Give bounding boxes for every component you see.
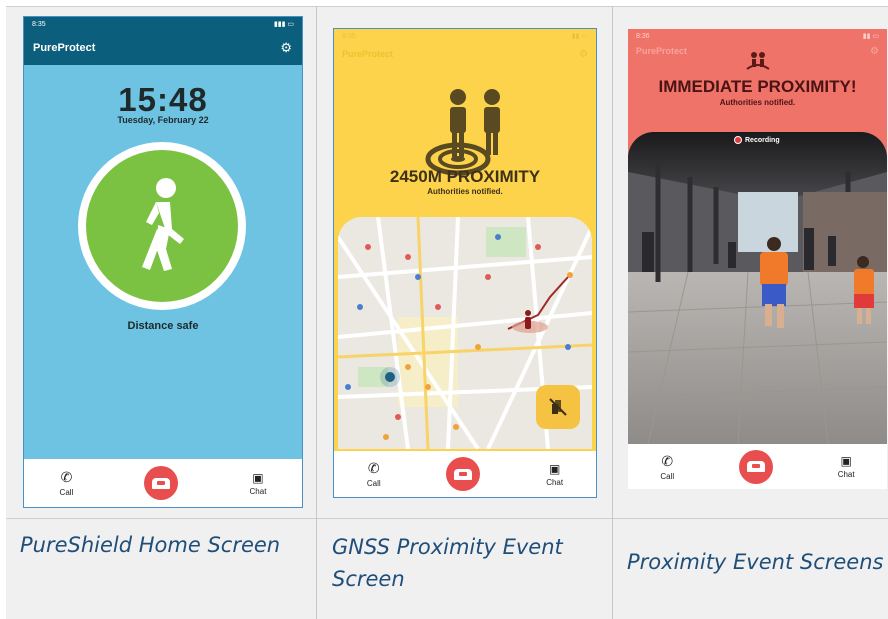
call-button[interactable]: ✆ Call bbox=[60, 469, 74, 497]
bottom-nav: ✆ Call ▣ Chat bbox=[24, 459, 302, 507]
chat-button[interactable]: ▣ Chat bbox=[546, 462, 563, 487]
app-title: PureProtect bbox=[636, 46, 688, 56]
caption-gnss-line1: GNSS Proximity Event bbox=[332, 535, 563, 559]
sos-button[interactable] bbox=[144, 466, 179, 500]
home-header: 8:35 ▮▮▮ ▭ PureProtect ⚙ bbox=[24, 17, 302, 65]
map-view[interactable] bbox=[338, 217, 592, 449]
authorities-notice: Authorities notified. bbox=[427, 187, 503, 196]
immediate-proximity-headline: IMMEDIATE PROXIMITY! bbox=[658, 77, 857, 96]
chat-icon: ▣ bbox=[840, 454, 852, 468]
walking-person-icon bbox=[142, 178, 184, 271]
camera-feed: Recording bbox=[628, 132, 887, 444]
bottom-nav: ✆ Call ▣ Chat bbox=[628, 444, 887, 489]
app-title: PureProtect bbox=[342, 49, 394, 59]
recording-indicator: Recording bbox=[734, 136, 780, 144]
caption-home: PureShield Home Screen bbox=[20, 533, 281, 557]
column-divider-2 bbox=[612, 6, 613, 619]
call-button[interactable]: ✆ Call bbox=[367, 460, 381, 488]
mute-button[interactable] bbox=[536, 385, 580, 429]
gnss-proximity-screen: 8:35 ▮▮ ▭ PureProtect ⚙ 2450M PROXIMITY … bbox=[333, 28, 597, 498]
chat-button[interactable]: ▣ Chat bbox=[250, 471, 267, 496]
status-time: 8:35 bbox=[32, 20, 46, 28]
clock: 15:48 bbox=[118, 81, 208, 118]
sos-button[interactable] bbox=[446, 457, 481, 491]
immediate-proximity-screen: 8:36 ▮▮ ▭ PureProtect ⚙ IMMEDIATE PROXIM… bbox=[628, 29, 887, 489]
table-top-border bbox=[6, 6, 888, 7]
battery-icon: ▮▮▮ ▭ bbox=[273, 21, 294, 28]
settings-icon[interactable]: ⚙ bbox=[579, 49, 588, 60]
caption-gnss: GNSS Proximity Event Screen bbox=[332, 531, 563, 595]
phone-icon: ✆ bbox=[367, 460, 380, 476]
authorities-notice: Authorities notified. bbox=[719, 98, 796, 107]
mute-icon bbox=[549, 398, 567, 416]
phone-icon: ✆ bbox=[661, 452, 674, 469]
phone-icon: ✆ bbox=[60, 469, 73, 485]
safe-status-circle bbox=[78, 142, 246, 310]
chat-icon: ▣ bbox=[548, 461, 561, 476]
proximity-headline: 2450M PROXIMITY bbox=[389, 167, 541, 186]
person-marker-icon bbox=[525, 310, 531, 329]
siren-icon bbox=[454, 468, 473, 480]
settings-icon[interactable]: ⚙ bbox=[870, 46, 879, 57]
battery-icon: ▮▮ ▭ bbox=[571, 33, 588, 40]
table-row-divider bbox=[6, 518, 888, 519]
caption-proximity: Proximity Event Screens bbox=[627, 550, 884, 574]
alert-people-icon bbox=[746, 52, 770, 70]
call-button[interactable]: ✆ Call bbox=[660, 453, 674, 481]
status-bar: 8:35 ▮▮▮ ▭ bbox=[24, 17, 302, 31]
settings-icon[interactable]: ⚙ bbox=[280, 40, 292, 56]
sos-button[interactable] bbox=[738, 449, 773, 484]
chat-icon: ▣ bbox=[252, 470, 264, 485]
status-time: 8:35 bbox=[342, 32, 356, 40]
status-bar: 8:36 ▮▮ ▭ bbox=[628, 29, 887, 43]
status-time: 8:36 bbox=[636, 32, 650, 40]
safe-status-label: Distance safe bbox=[127, 320, 199, 332]
status-bar: 8:35 ▮▮ ▭ bbox=[334, 29, 596, 43]
app-title: PureProtect bbox=[33, 42, 96, 54]
battery-icon: ▮▮ ▭ bbox=[862, 33, 879, 40]
home-screen: 8:35 ▮▮▮ ▭ PureProtect ⚙ 15:48 Tuesday, … bbox=[23, 16, 303, 508]
column-divider-1 bbox=[316, 6, 317, 619]
camera-image bbox=[628, 132, 887, 444]
bottom-nav: ✆ Call ▣ Chat bbox=[334, 451, 596, 497]
siren-icon bbox=[746, 461, 765, 472]
caption-gnss-line2: Screen bbox=[332, 567, 405, 591]
date-label: Tuesday, February 22 bbox=[117, 115, 209, 125]
siren-icon bbox=[152, 477, 171, 489]
chat-button[interactable]: ▣ Chat bbox=[838, 454, 855, 479]
record-dot-icon bbox=[734, 136, 742, 144]
